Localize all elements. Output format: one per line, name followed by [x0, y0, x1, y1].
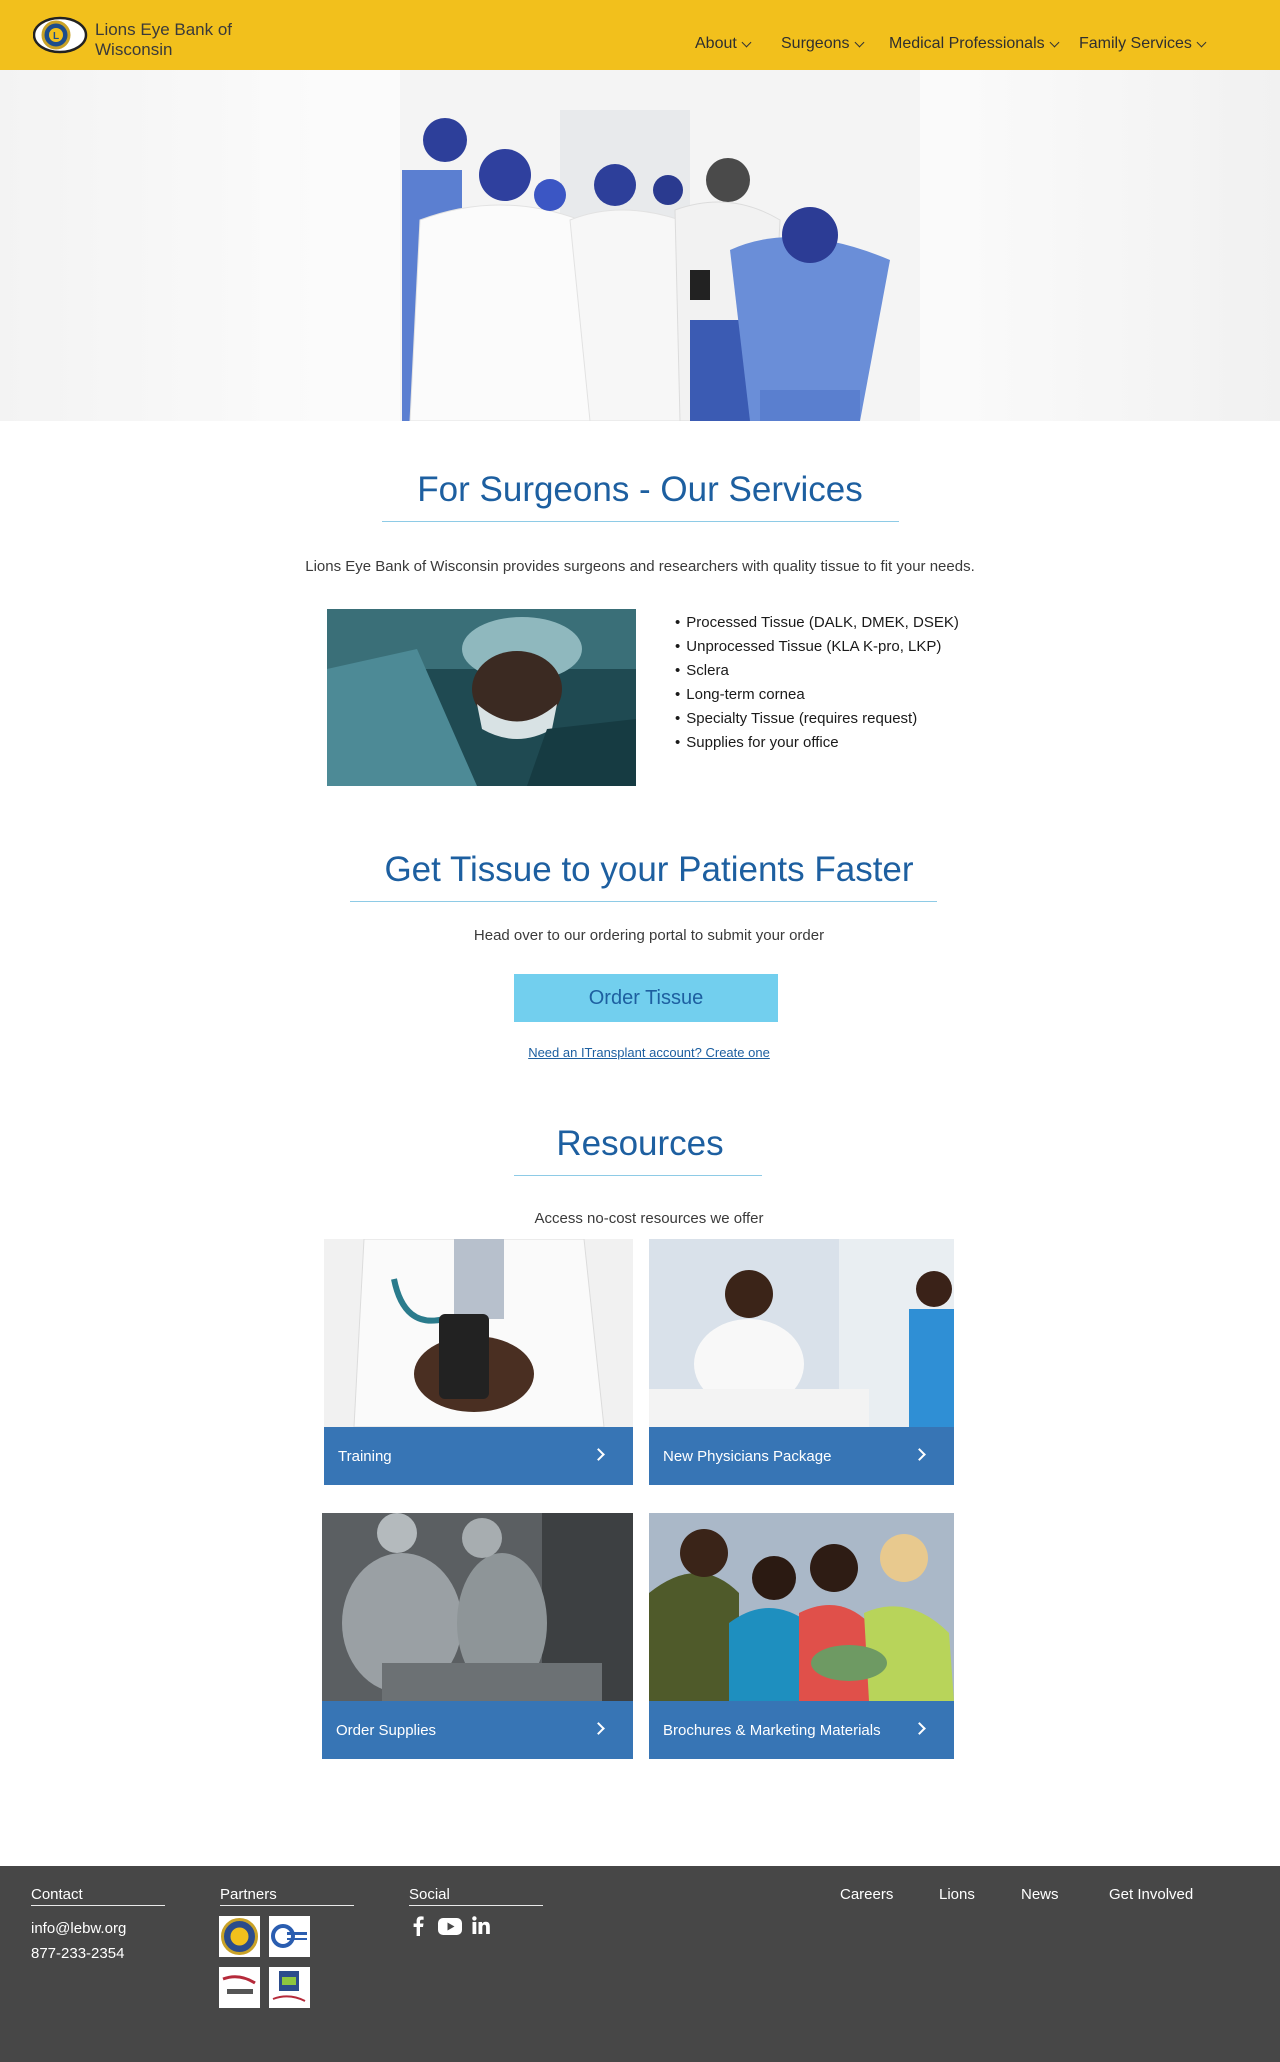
- chevron-right-icon: [592, 1448, 605, 1461]
- nav-family-services[interactable]: Family Services: [1079, 35, 1207, 53]
- nav-surgeons-label: Surgeons: [781, 35, 850, 52]
- resource-card-brochures[interactable]: Brochures & Marketing Materials: [649, 1513, 954, 1759]
- list-item: Long-term cornea: [675, 683, 959, 707]
- footer-link-get-involved[interactable]: Get Involved: [1109, 1886, 1193, 1903]
- create-account-link[interactable]: Need an ITransplant account? Create one: [0, 1045, 1280, 1060]
- footer-contact-heading: Contact: [31, 1886, 165, 1906]
- chevron-right-icon: [913, 1448, 926, 1461]
- list-item: Sclera: [675, 659, 959, 683]
- list-item: Processed Tissue (DALK, DMEK, DSEK): [675, 611, 959, 635]
- site-name[interactable]: Lions Eye Bank of Wisconsin: [95, 20, 255, 60]
- resource-card-training[interactable]: Training: [324, 1239, 633, 1485]
- card-label-bar[interactable]: Brochures & Marketing Materials: [649, 1701, 954, 1759]
- order-tissue-button[interactable]: Order Tissue: [514, 974, 778, 1022]
- youtube-icon[interactable]: [438, 1918, 462, 1940]
- nav-medical-professionals[interactable]: Medical Professionals: [889, 35, 1060, 53]
- footer-link-news[interactable]: News: [1021, 1886, 1059, 1903]
- list-item: Supplies for your office: [675, 731, 959, 755]
- donate-life-partner-logo[interactable]: [269, 1967, 310, 2008]
- footer-link-careers[interactable]: Careers: [840, 1886, 893, 1903]
- footer-phone[interactable]: 877-233-2354: [31, 1945, 124, 1962]
- nav-medical-professionals-label: Medical Professionals: [889, 35, 1045, 52]
- resource-card-order-supplies[interactable]: Order Supplies: [322, 1513, 633, 1759]
- svg-text:L: L: [53, 31, 59, 42]
- footer-email[interactable]: info@lebw.org: [31, 1920, 126, 1937]
- nav-surgeons[interactable]: Surgeons: [781, 35, 864, 53]
- footer-link-lions[interactable]: Lions: [939, 1886, 975, 1903]
- linkedin-icon[interactable]: [472, 1916, 490, 1939]
- resources-subtitle: Access no-cost resources we offer: [534, 1210, 764, 1227]
- order-subtitle: Head over to our ordering portal to subm…: [473, 927, 825, 944]
- nav-about-label: About: [695, 35, 737, 52]
- footer-social-heading: Social: [409, 1886, 543, 1906]
- services-intro: Lions Eye Bank of Wisconsin provides sur…: [305, 558, 975, 575]
- chevron-down-icon: [741, 37, 752, 47]
- card-label-bar[interactable]: New Physicians Package: [649, 1427, 954, 1485]
- nav-about[interactable]: About: [695, 35, 752, 53]
- ebaa-partner-logo[interactable]: [269, 1916, 310, 1957]
- chevron-right-icon: [592, 1722, 605, 1735]
- lions-partner-logo[interactable]: [219, 1916, 260, 1957]
- services-list: Processed Tissue (DALK, DMEK, DSEK) Unpr…: [675, 611, 959, 755]
- card-label-bar[interactable]: Order Supplies: [322, 1701, 633, 1759]
- title-underline: [514, 1175, 762, 1176]
- card-label: New Physicians Package: [663, 1447, 832, 1465]
- chevron-down-icon: [1196, 37, 1207, 47]
- list-item: Unprocessed Tissue (KLA K-pro, LKP): [675, 635, 959, 659]
- supplies-image: [322, 1513, 633, 1701]
- card-label: Order Supplies: [336, 1721, 437, 1739]
- hero-image: [0, 70, 1280, 421]
- footer-partners-heading: Partners: [220, 1886, 354, 1906]
- order-title: Get Tissue to your Patients Faster: [384, 850, 914, 889]
- card-label: Training: [338, 1447, 392, 1465]
- list-item: Specialty Tissue (requires request): [675, 707, 959, 731]
- brochures-image: [649, 1513, 954, 1701]
- physicians-image: [649, 1239, 954, 1427]
- lions-logo-icon[interactable]: L: [32, 15, 88, 55]
- site-footer: Contact info@lebw.org 877-233-2354 Partn…: [0, 1866, 1280, 2062]
- resource-card-new-physicians-package[interactable]: New Physicians Package: [649, 1239, 954, 1485]
- resources-title: Resources: [556, 1124, 724, 1163]
- services-title: For Surgeons - Our Services: [417, 470, 863, 509]
- card-label: Brochures & Marketing Materials: [663, 1721, 881, 1739]
- nav-family-services-label: Family Services: [1079, 35, 1192, 52]
- title-underline: [350, 901, 937, 902]
- chevron-right-icon: [913, 1722, 926, 1735]
- card-label-bar[interactable]: Training: [324, 1427, 633, 1485]
- site-header: L Lions Eye Bank of Wisconsin About Surg…: [0, 0, 1280, 70]
- vision-share-partner-logo[interactable]: [219, 1967, 260, 2008]
- surgeon-image: [327, 609, 636, 786]
- training-image: [324, 1239, 633, 1427]
- chevron-down-icon: [854, 37, 864, 47]
- chevron-down-icon: [1049, 37, 1060, 47]
- title-underline: [382, 521, 899, 522]
- facebook-icon[interactable]: [411, 1916, 425, 1941]
